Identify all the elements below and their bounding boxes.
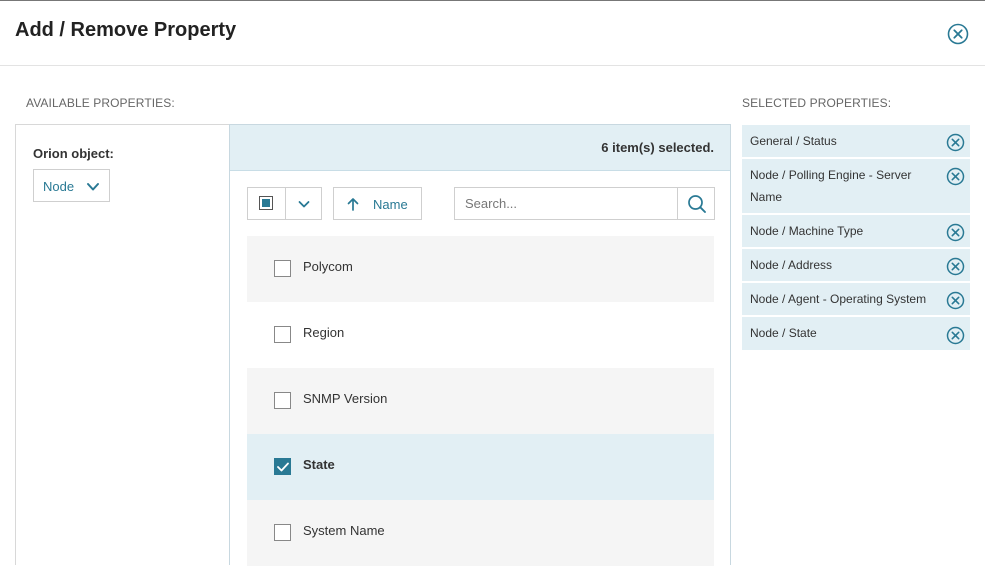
selected-property-label: Node / Agent - Operating System <box>750 292 927 306</box>
remove-circle-icon[interactable] <box>946 257 965 276</box>
remove-circle-icon[interactable] <box>946 223 965 242</box>
dialog-header: Add / Remove Property <box>0 1 985 66</box>
remove-circle-icon[interactable] <box>946 133 965 152</box>
search-icon <box>688 195 706 213</box>
select-all-checkbox[interactable] <box>247 187 286 220</box>
available-properties-label: AVAILABLE PROPERTIES: <box>26 96 175 110</box>
orion-object-label: Orion object: <box>33 146 114 161</box>
property-checkbox[interactable] <box>274 260 291 277</box>
selected-property-chip: Node / Address <box>742 249 970 281</box>
property-label: Region <box>303 325 345 340</box>
remove-circle-icon[interactable] <box>946 167 965 186</box>
partial-check-icon <box>259 196 273 210</box>
selection-summary-bar: 6 item(s) selected. <box>230 125 730 171</box>
search-button[interactable] <box>677 188 715 219</box>
selected-property-chip: Node / State <box>742 317 970 350</box>
search-box <box>454 187 715 220</box>
arrow-up-icon <box>347 198 359 211</box>
selected-property-label: Node / State <box>750 326 817 340</box>
object-filter-pane: Orion object: Node <box>15 124 230 565</box>
property-checkbox[interactable] <box>274 524 291 541</box>
property-checkbox[interactable] <box>274 392 291 409</box>
property-row-region[interactable]: Region <box>247 302 714 368</box>
chevron-down-icon <box>298 201 310 208</box>
property-row-polycom[interactable]: Polycom <box>247 236 714 302</box>
property-row-state[interactable]: State <box>247 434 714 500</box>
orion-object-dropdown[interactable]: Node <box>33 169 110 202</box>
property-list-pane: 6 item(s) selected. Name Polycom Region <box>229 124 731 566</box>
property-row-snmp-version[interactable]: SNMP Version <box>247 368 714 434</box>
remove-circle-icon[interactable] <box>946 291 965 310</box>
selection-options-dropdown[interactable] <box>285 187 322 220</box>
selected-property-label: General / Status <box>750 134 837 148</box>
selected-property-label: Node / Address <box>750 258 833 272</box>
dialog-title: Add / Remove Property <box>15 19 237 41</box>
chevron-down-icon <box>87 183 99 191</box>
checkmark-icon <box>277 462 289 472</box>
property-row-system-name[interactable]: System Name <box>247 500 714 566</box>
property-checkbox[interactable] <box>274 326 291 343</box>
selected-properties-label: SELECTED PROPERTIES: <box>742 96 892 110</box>
sort-by-name-button[interactable]: Name <box>333 187 422 220</box>
selected-property-label: Node / Polling Engine - Server Name <box>750 168 912 204</box>
orion-object-value: Node <box>43 179 75 194</box>
sort-label: Name <box>373 197 408 212</box>
property-label: State <box>303 457 335 472</box>
close-dialog-button[interactable] <box>947 23 969 45</box>
selected-property-label: Node / Machine Type <box>750 224 864 238</box>
selected-property-chip: Node / Polling Engine - Server Name <box>742 159 970 213</box>
remove-circle-icon[interactable] <box>946 326 965 345</box>
search-input[interactable] <box>455 188 677 219</box>
selected-count: 6 item(s) selected. <box>601 140 714 155</box>
selected-property-chip: General / Status <box>742 125 970 157</box>
close-circle-icon <box>947 23 969 45</box>
selected-property-chip: Node / Machine Type <box>742 215 970 247</box>
property-checkbox-checked[interactable] <box>274 458 291 475</box>
selected-property-chip: Node / Agent - Operating System <box>742 283 970 315</box>
property-label: System Name <box>303 523 385 538</box>
property-label: Polycom <box>303 259 353 274</box>
property-label: SNMP Version <box>303 391 388 406</box>
